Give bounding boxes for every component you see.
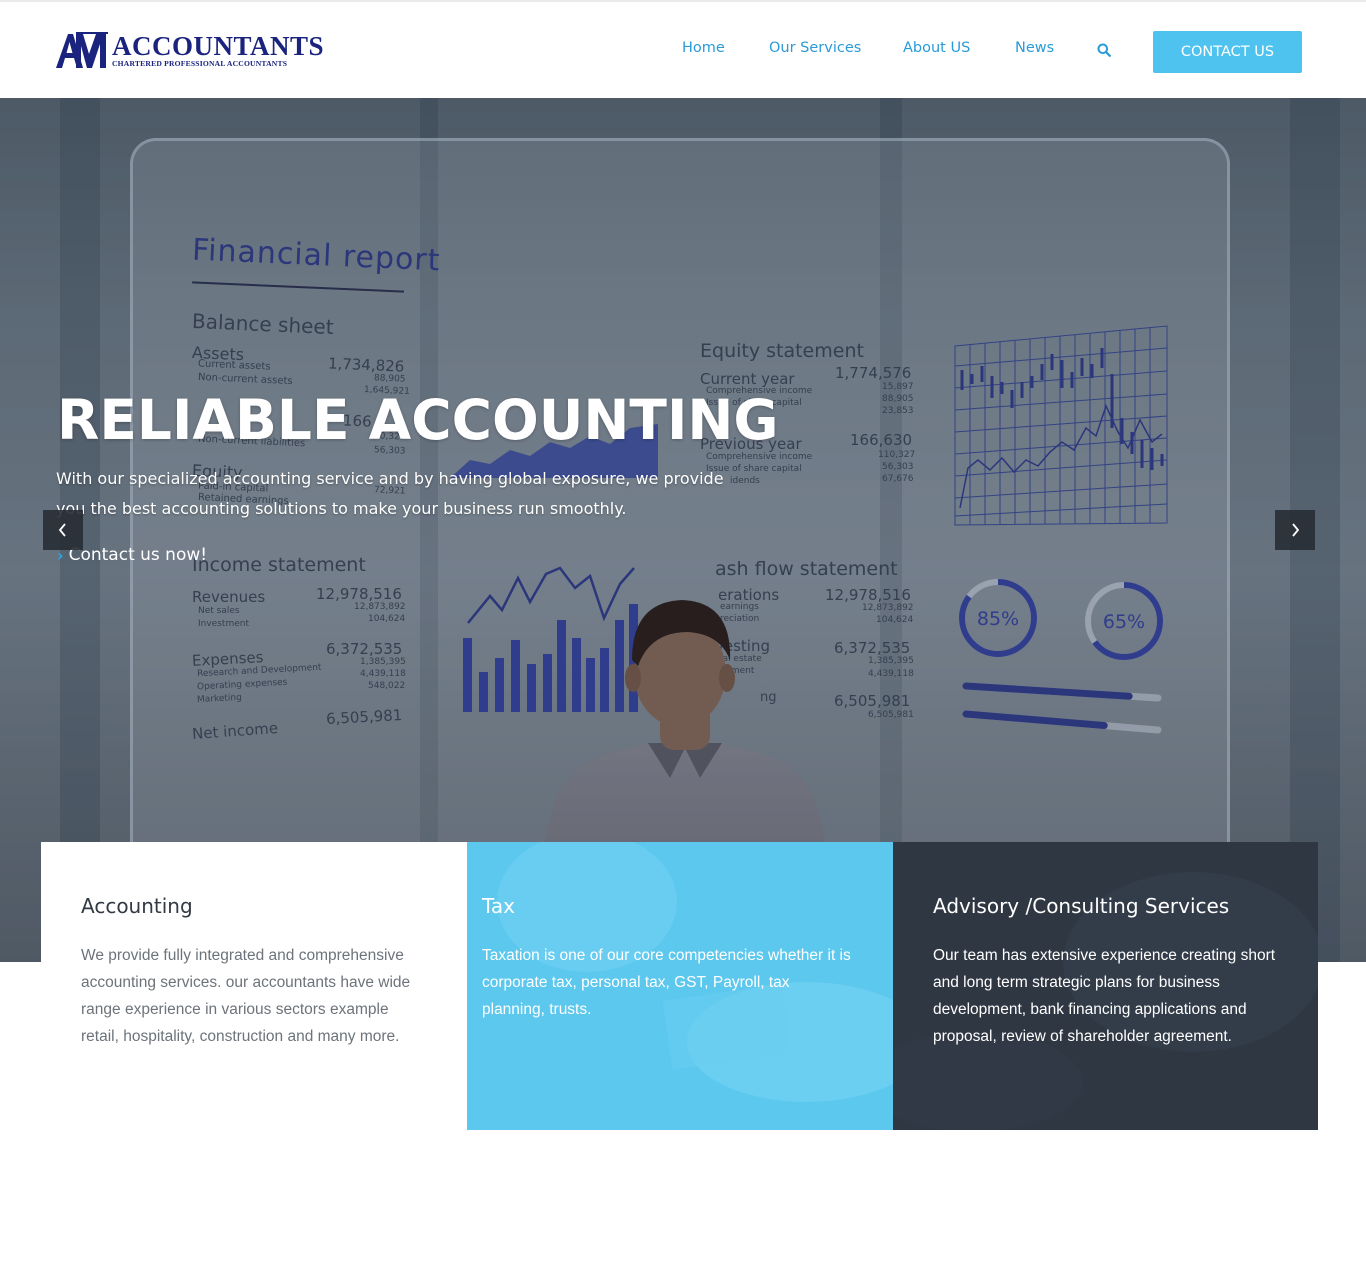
- service-title: Advisory /Consulting Services: [933, 894, 1230, 918]
- service-card-tax: Tax Taxation is one of our core competen…: [467, 842, 893, 1130]
- nav-item-news[interactable]: News: [1015, 40, 1054, 56]
- logo-mark-icon: [56, 32, 108, 70]
- hero-slider: Financial report Balance sheet Assets 1,…: [0, 98, 1366, 962]
- nav-item-our-services[interactable]: Our Services: [769, 40, 861, 56]
- nav-item-home[interactable]: Home: [682, 40, 725, 56]
- search-icon[interactable]: [1097, 42, 1111, 57]
- hero-contact-label: Contact us now!: [68, 545, 208, 565]
- slider-next-button[interactable]: [1275, 510, 1315, 550]
- site-header: ACCOUNTANTS CHARTERED PROFESSIONAL ACCOU…: [0, 0, 1366, 98]
- logo-name: ACCOUNTANTS: [112, 31, 325, 61]
- hero-description: With our specialized accounting service …: [56, 469, 724, 518]
- logo-tagline: CHARTERED PROFESSIONAL ACCOUNTANTS: [112, 59, 288, 68]
- hero-overlay: [0, 98, 1366, 962]
- service-card-advisory: Advisory /Consulting Services Our team h…: [893, 842, 1318, 1130]
- nav-item-about-us[interactable]: About US: [903, 40, 970, 56]
- chevron-right-icon: [1292, 523, 1300, 537]
- service-text: Taxation is one of our core competencies…: [482, 947, 851, 1018]
- service-title: Tax: [482, 894, 515, 918]
- hero-heading: RELIABLE ACCOUNTING: [57, 388, 779, 452]
- site-logo[interactable]: ACCOUNTANTS CHARTERED PROFESSIONAL ACCOU…: [56, 32, 324, 72]
- service-text: We provide fully integrated and comprehe…: [81, 947, 411, 1045]
- service-title: Accounting: [81, 894, 193, 918]
- service-text: Our team has extensive experience creati…: [933, 947, 1276, 1045]
- contact-us-button[interactable]: CONTACT US: [1153, 31, 1302, 73]
- service-card-accounting: Accounting We provide fully integrated a…: [41, 842, 467, 1130]
- chevron-left-icon: [58, 523, 66, 537]
- slider-prev-button[interactable]: [43, 510, 83, 550]
